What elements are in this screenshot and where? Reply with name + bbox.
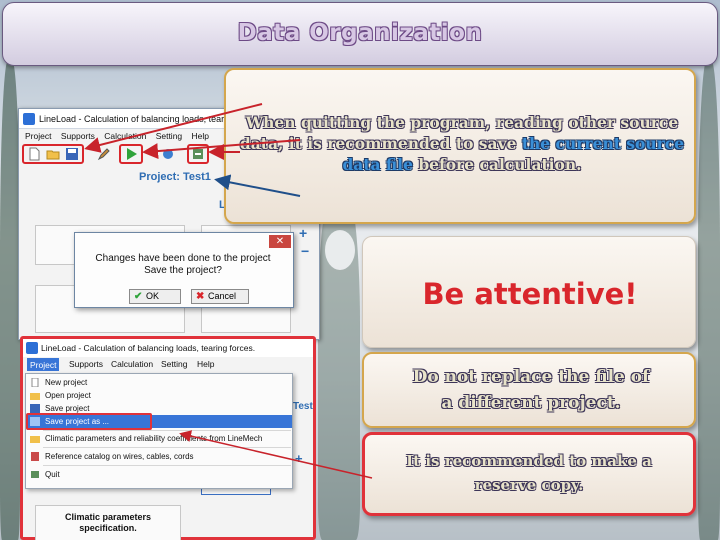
do-not-replace-line1: Do not replace the file of xyxy=(412,367,650,387)
menu-item-quit[interactable]: Quit xyxy=(26,468,292,481)
project-menu-dropdown: New project Open project Save project Sa… xyxy=(25,373,293,489)
menu-item-label: Quit xyxy=(45,470,60,479)
new-file-icon[interactable] xyxy=(27,147,41,161)
menu-item-label: New project xyxy=(45,378,88,387)
save-disk-icon xyxy=(30,404,40,413)
callout-attentive: Be attentive! xyxy=(362,236,696,348)
check-icon: ✔ xyxy=(134,291,143,302)
background-tree xyxy=(0,60,20,540)
menu-separator xyxy=(43,465,291,466)
save-changes-dialog: ✕ Changes have been done to the project … xyxy=(74,232,294,308)
attentive-text: Be attentive! xyxy=(422,277,638,311)
callout-save-text-part2: before calculation. xyxy=(418,155,582,174)
dialog-cancel-button[interactable]: ✖ Cancel xyxy=(191,289,249,304)
quit-icon xyxy=(31,471,39,478)
new-file-icon xyxy=(31,378,39,387)
dialog-close-button[interactable]: ✕ xyxy=(269,235,291,248)
app2-window-title: LineLoad - Calculation of balancing load… xyxy=(41,343,256,353)
menu-item-label: Open project xyxy=(45,391,91,400)
menu-calculation[interactable]: Calculation xyxy=(104,131,146,141)
callout-do-not-replace: Do not replace the file of a different p… xyxy=(362,352,696,428)
save-disk-icon[interactable] xyxy=(65,147,79,161)
edit-icon[interactable] xyxy=(97,147,111,161)
catalog-icon xyxy=(31,452,39,461)
open-folder-icon[interactable] xyxy=(46,147,60,161)
menu-project[interactable]: Project xyxy=(25,131,51,141)
menu-project-open[interactable]: Project xyxy=(27,358,60,371)
app-window-title: LineLoad - Calculation of balancing load… xyxy=(39,114,237,124)
reserve-copy-line2: reserve copy. xyxy=(474,476,584,494)
open-folder-icon xyxy=(30,393,40,400)
climatic-parameters-panel[interactable]: Climatic parameters specification. xyxy=(35,505,181,540)
exit-icon[interactable] xyxy=(191,147,205,161)
app-logo-icon xyxy=(26,342,38,354)
menu-separator xyxy=(43,430,291,431)
app2-menubar: Project Supports Calculation Setting Hel… xyxy=(23,357,313,372)
reload-icon[interactable] xyxy=(161,147,175,161)
dialog-message: Changes have been done to the project Sa… xyxy=(83,253,283,277)
app-logo-icon xyxy=(23,113,35,125)
menu-item-label: Reference catalog on wires, cables, cord… xyxy=(45,452,194,461)
dialog-ok-label: OK xyxy=(146,291,160,301)
menu-item-label: Climatic parameters and reliability coef… xyxy=(45,434,263,443)
add-icon[interactable]: + xyxy=(295,451,303,466)
app-window-bottom: LineLoad - Calculation of balancing load… xyxy=(20,336,316,540)
remove-icon[interactable]: − xyxy=(301,243,309,259)
menu-setting[interactable]: Setting xyxy=(161,357,187,372)
save-as-highlight xyxy=(26,413,152,430)
menu-item-open-project[interactable]: Open project xyxy=(26,389,292,402)
climatic-panel-line2: specification. xyxy=(79,523,137,533)
reserve-copy-line1: It is recommended to make a xyxy=(406,452,652,470)
menu-separator xyxy=(43,447,291,448)
menu-help[interactable]: Help xyxy=(197,357,214,372)
background-snow xyxy=(325,230,355,270)
cross-icon: ✖ xyxy=(196,291,205,302)
menu-setting[interactable]: Setting xyxy=(156,131,182,141)
menu-help[interactable]: Help xyxy=(192,131,209,141)
do-not-replace-line2: a different project. xyxy=(441,393,621,413)
menu-supports[interactable]: Supports xyxy=(61,131,95,141)
dialog-message-line1: Changes have been done to the project xyxy=(95,253,271,264)
menu-item-reference-catalog[interactable]: Reference catalog on wires, cables, cord… xyxy=(26,450,292,463)
menu-item-new-project[interactable]: New project xyxy=(26,376,292,389)
slide-title: Data Organization xyxy=(237,20,483,46)
menu-calculation[interactable]: Calculation xyxy=(111,357,153,372)
dialog-ok-button[interactable]: ✔ OK xyxy=(129,289,181,304)
app2-titlebar: LineLoad - Calculation of balancing load… xyxy=(23,339,313,357)
menu-item-climatic-parameters[interactable]: Climatic parameters and reliability coef… xyxy=(26,432,292,445)
folder-icon xyxy=(30,436,40,443)
project-label: Project: Test1 xyxy=(139,171,211,183)
dialog-cancel-label: Cancel xyxy=(208,291,237,301)
do-not-replace-text: Do not replace the file of a different p… xyxy=(372,364,690,416)
callout-save-text: When quitting the program, reading other… xyxy=(236,112,688,175)
background-tree xyxy=(698,60,720,540)
callout-reserve-copy: It is recommended to make a reserve copy… xyxy=(362,432,696,516)
callout-save-before-calculation: When quitting the program, reading other… xyxy=(224,68,696,224)
add-icon[interactable]: + xyxy=(299,225,307,241)
run-play-icon[interactable] xyxy=(124,147,138,161)
menu-item-label: Save project xyxy=(45,404,90,413)
climatic-panel-line1: Climatic parameters xyxy=(64,512,152,522)
reserve-copy-text: It is recommended to make a reserve copy… xyxy=(373,449,685,497)
dialog-message-line2: Save the project? xyxy=(144,265,222,276)
menu-supports[interactable]: Supports xyxy=(69,357,103,372)
project-tab-fragment: Test xyxy=(293,401,313,412)
